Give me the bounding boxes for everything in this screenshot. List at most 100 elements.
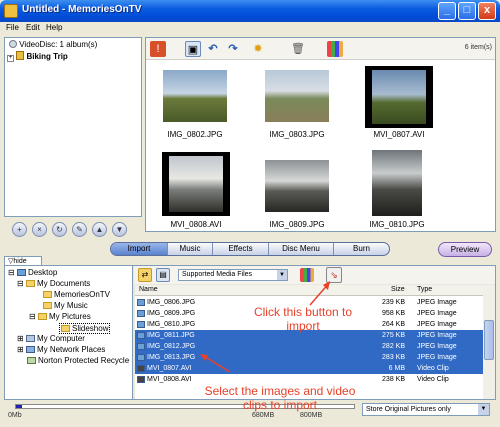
column-type[interactable]: Type xyxy=(417,286,432,293)
file-type: JPEG Image xyxy=(417,310,457,317)
image-edit-icon[interactable]: ▣ xyxy=(185,41,201,57)
video-file-icon xyxy=(137,365,145,372)
thumbnail-0[interactable] xyxy=(163,70,227,122)
file-row[interactable]: MVI_0807.AVI 6 MB Video Clip xyxy=(135,363,483,374)
tree-item-my-music[interactable]: My Music xyxy=(43,301,88,310)
file-row[interactable]: IMG_0813.JPG 283 KB JPEG Image xyxy=(135,352,483,363)
menu-edit[interactable]: Edit xyxy=(26,23,40,32)
tree-root[interactable]: VideoDisc: 1 album(s) xyxy=(9,40,97,49)
column-size[interactable]: Size xyxy=(391,286,405,293)
image-file-icon xyxy=(137,332,145,339)
rotate-left-icon[interactable]: ↶ xyxy=(205,41,221,57)
thumbnail-5[interactable] xyxy=(372,150,422,216)
edit-button[interactable]: ✎ xyxy=(72,222,87,237)
capacity-label-800: 800MB xyxy=(300,412,323,419)
minimize-button[interactable]: _ xyxy=(438,2,456,20)
file-list-header: Name Size Type xyxy=(135,285,483,296)
disc-icon xyxy=(9,40,17,48)
folder-browse-icon[interactable]: ⇄ xyxy=(138,268,152,282)
preview-file-icon[interactable]: ▤ xyxy=(156,268,170,282)
chevron-down-icon[interactable]: ▼ xyxy=(478,404,489,415)
menu-file[interactable]: File xyxy=(6,23,19,32)
tree-item-label: Slideshow xyxy=(72,324,109,333)
tree-album-biking[interactable]: + Biking Trip xyxy=(7,51,68,62)
file-name: IMG_0806.JPG xyxy=(147,299,196,306)
tree-item-slideshow[interactable]: Slideshow xyxy=(59,323,111,334)
chevron-down-icon[interactable]: ▼ xyxy=(277,270,287,280)
image-file-icon xyxy=(137,321,145,328)
add-button[interactable]: + xyxy=(12,222,27,237)
folder-icon xyxy=(25,280,35,287)
preview-button[interactable]: Preview xyxy=(438,242,492,257)
album-label: Biking Trip xyxy=(26,52,68,61)
tree-item-recycle[interactable]: Norton Protected Recycle xyxy=(27,356,129,365)
tree-item-my-computer[interactable]: ⊞ My Computer xyxy=(17,334,85,343)
thumbnail-1[interactable] xyxy=(265,70,329,122)
thumbnail-label: IMG_0802.JPG xyxy=(167,130,223,139)
tree-item-label: My Documents xyxy=(36,279,91,288)
tree-item-my-pictures[interactable]: ⊟ My Pictures xyxy=(29,312,91,321)
move-down-button[interactable]: ▼ xyxy=(112,222,127,237)
tree-item-memoriesontv[interactable]: MemoriesOnTV xyxy=(43,290,110,299)
view-grid-icon[interactable] xyxy=(327,41,343,57)
settings-gear-icon[interactable]: ✸ xyxy=(250,41,266,57)
tree-item-desktop[interactable]: ⊟ Desktop xyxy=(8,268,57,277)
file-size: 282 KB xyxy=(382,343,405,350)
recycle-bin-icon xyxy=(27,357,36,364)
tree-item-label: My Computer xyxy=(36,334,85,343)
tree-expand-icon: ⊟ xyxy=(17,279,24,288)
thumbnail-image xyxy=(163,70,227,122)
maximize-button[interactable]: □ xyxy=(458,2,476,20)
folder-icon xyxy=(43,302,52,309)
network-icon xyxy=(25,346,35,353)
remove-button[interactable]: × xyxy=(32,222,47,237)
store-option-select[interactable]: Store Original Pictures only xyxy=(362,403,490,416)
view-grid-icon[interactable] xyxy=(300,268,314,282)
media-filter-select[interactable]: Supported Media Files xyxy=(178,269,288,281)
file-type: Video Clip xyxy=(417,376,449,383)
window-title: Untitled - MemoriesOnTV xyxy=(22,4,142,15)
thumbnail-image xyxy=(265,160,329,212)
video-file-icon xyxy=(137,376,145,383)
folder-icon xyxy=(37,313,47,320)
expand-icon[interactable]: + xyxy=(7,55,14,62)
thumbnail-4[interactable] xyxy=(265,160,329,212)
rotate-right-icon[interactable]: ↷ xyxy=(225,41,241,57)
info-icon[interactable]: ! xyxy=(150,41,166,57)
file-type: JPEG Image xyxy=(417,343,457,350)
tab-burn[interactable]: Burn xyxy=(334,243,389,255)
thumbnail-2[interactable] xyxy=(365,66,433,128)
delete-trash-icon[interactable]: 🗑 xyxy=(290,41,306,57)
file-tree: ⊟ Desktop ⊟ My Documents MemoriesOnTV My… xyxy=(5,266,133,399)
desktop-icon xyxy=(16,269,26,276)
album-icon xyxy=(16,51,25,60)
rotate-button[interactable]: ↻ xyxy=(52,222,67,237)
image-file-icon xyxy=(137,343,145,350)
close-button[interactable]: x xyxy=(478,2,496,20)
tree-expand-icon: ⊞ xyxy=(17,334,24,343)
move-up-button[interactable]: ▲ xyxy=(92,222,107,237)
column-name[interactable]: Name xyxy=(139,286,158,293)
tree-item-label: MemoriesOnTV xyxy=(54,290,111,299)
annotation-click-button: Click this button to import xyxy=(253,305,353,333)
file-row[interactable]: IMG_0812.JPG 282 KB JPEG Image xyxy=(135,341,483,352)
file-size: 238 KB xyxy=(382,376,405,383)
import-button[interactable]: ⇘ xyxy=(326,267,342,283)
tree-item-network[interactable]: ⊞ My Network Places xyxy=(17,345,105,354)
scrollbar-thumb[interactable] xyxy=(484,320,494,360)
capacity-label-680: 680MB xyxy=(252,412,275,419)
menu-bar xyxy=(0,22,500,36)
tree-item-label: My Music xyxy=(54,301,88,310)
file-type: JPEG Image xyxy=(417,299,457,306)
tab-disc-menu[interactable]: Disc Menu xyxy=(269,243,333,255)
tab-music[interactable]: Music xyxy=(168,243,212,255)
thumbnail-label: MVI_0808.AVI xyxy=(170,220,222,229)
tab-import[interactable]: Import xyxy=(111,243,167,255)
menu-help[interactable]: Help xyxy=(46,23,62,32)
thumbnail-3[interactable] xyxy=(162,152,230,216)
tree-item-my-documents[interactable]: ⊟ My Documents xyxy=(17,279,90,288)
tab-effects[interactable]: Effects xyxy=(213,243,268,255)
tree-item-label: Desktop xyxy=(27,268,58,277)
file-type: JPEG Image xyxy=(417,332,457,339)
app-icon xyxy=(4,4,18,18)
